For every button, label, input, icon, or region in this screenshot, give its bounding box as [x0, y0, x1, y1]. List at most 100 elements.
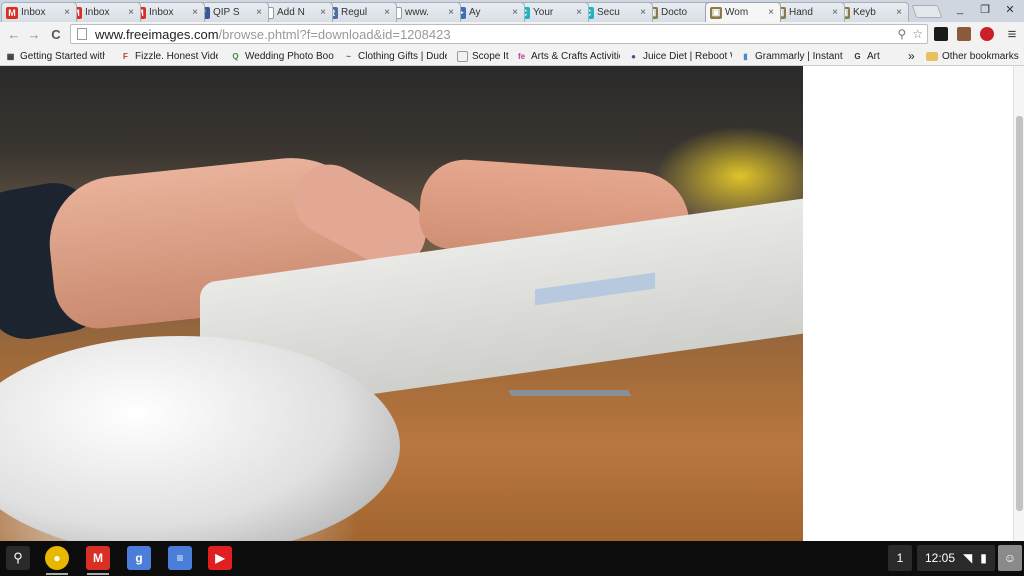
- minimize-icon: _: [956, 3, 964, 15]
- bookmark-item[interactable]: F Fizzle. Honest Video: [120, 49, 218, 63]
- image-icon: ▣: [710, 6, 722, 19]
- close-window-button[interactable]: ✕: [1003, 3, 1017, 16]
- bookmark-label: Fizzle. Honest Video: [135, 50, 218, 62]
- tab-close-icon[interactable]: ×: [766, 7, 776, 18]
- tab-label: Secu: [597, 7, 620, 18]
- google-plus-app-icon[interactable]: g: [127, 546, 151, 570]
- bookmark-item[interactable]: ▦ Getting Started with: [5, 49, 105, 63]
- vertical-scrollbar[interactable]: [1013, 66, 1024, 541]
- forward-arrow-icon: →: [27, 26, 41, 42]
- search-icon[interactable]: ⚲: [897, 27, 906, 41]
- chrome-menu-button[interactable]: ≡: [1004, 26, 1020, 43]
- tab-close-icon[interactable]: ×: [510, 7, 520, 18]
- notification-count: 1: [896, 551, 904, 565]
- tab-label: Hand: [789, 7, 813, 18]
- tab-close-icon[interactable]: ×: [894, 7, 904, 18]
- bookmark-label: Clothing Gifts | Dude: [358, 50, 447, 62]
- bookmark-label: Juice Diet | Reboot W: [643, 50, 732, 62]
- tab-strip: MInbox×MInbox×MInbox×fQIP S×Add N×RRegul…: [0, 0, 1024, 22]
- tab-close-icon[interactable]: ×: [446, 7, 456, 18]
- url-path: /browse.phtml?f=download&id=1208423: [218, 26, 451, 42]
- youtube-app-icon[interactable]: ▶: [208, 546, 232, 570]
- browser-tab[interactable]: MInbox ×: [1, 2, 77, 22]
- shield-extension-icon[interactable]: [934, 27, 948, 41]
- pinterest-extension-icon[interactable]: [980, 27, 994, 41]
- address-bar[interactable]: www.freeimages.com/browse.phtml?f=downlo…: [70, 24, 928, 44]
- scrollbar-thumb[interactable]: [1016, 116, 1023, 511]
- other-bookmarks-folder[interactable]: Other bookmarks: [926, 49, 1019, 63]
- keyboard-photo: [0, 66, 803, 541]
- tab-close-icon[interactable]: ×: [638, 7, 648, 18]
- bookmarks-bar: ▦ Getting Started with F Fizzle. Honest Vid…: [0, 46, 1024, 66]
- tab-close-icon[interactable]: ×: [190, 7, 200, 18]
- bookmark-item[interactable]: ~ Clothing Gifts | Dude: [343, 49, 447, 63]
- photo-keyboard-stand: [488, 356, 632, 396]
- url-host: www.freeimages.com: [95, 26, 219, 42]
- page-content: [0, 66, 1024, 541]
- tab-close-icon[interactable]: ×: [574, 7, 584, 18]
- chevron-double-right-icon: »: [908, 49, 915, 63]
- minimize-button[interactable]: _: [953, 3, 967, 15]
- browser-toolbar: ← → C www.freeimages.com/browse.phtml?f=…: [0, 22, 1024, 46]
- mustache-icon: ~: [346, 51, 351, 61]
- url-text: www.freeimages.com/browse.phtml?f=downlo…: [95, 27, 451, 42]
- tab-label: Your: [533, 7, 554, 18]
- status-tray[interactable]: 12:05 ◥ ▮: [917, 545, 995, 571]
- other-bookmarks-label: Other bookmarks: [942, 50, 1019, 62]
- notification-button[interactable]: 1: [888, 545, 912, 571]
- qk-icon: Q: [232, 51, 239, 61]
- tab-label: www.: [405, 7, 429, 18]
- tab-label: Regul: [341, 7, 368, 18]
- bookmark-app-icon: ▦: [6, 51, 15, 61]
- reload-button[interactable]: C: [48, 26, 64, 42]
- tab-close-icon[interactable]: ×: [830, 7, 840, 18]
- tab-close-icon[interactable]: ×: [126, 7, 136, 18]
- juice-icon: ●: [631, 51, 636, 61]
- forward-button[interactable]: →: [26, 26, 42, 42]
- bookmark-label: Wedding Photo Book: [245, 50, 334, 62]
- bookmark-label: Art: [867, 50, 880, 62]
- tab-close-icon[interactable]: ×: [382, 7, 392, 18]
- browser-tab[interactable]: ▣ Wom ×: [705, 2, 781, 22]
- bookmark-item[interactable]: fe Arts & Crafts Activitie: [516, 49, 620, 63]
- tab-close-icon[interactable]: ×: [318, 7, 328, 18]
- chrome-app-icon[interactable]: ●: [45, 546, 69, 570]
- restore-icon: ❐: [980, 4, 990, 16]
- tab-label: QIP S: [213, 7, 240, 18]
- bookmark-item[interactable]: ▮ Grammarly | Instant E: [740, 49, 844, 63]
- launcher-button[interactable]: ⚲: [6, 546, 30, 570]
- reload-icon: C: [51, 26, 61, 42]
- back-button[interactable]: ←: [6, 26, 22, 42]
- restore-button[interactable]: ❐: [978, 3, 992, 16]
- search-icon: ⚲: [13, 550, 23, 565]
- grammarly-icon: ▮: [743, 51, 748, 61]
- instagram-extension-icon[interactable]: [957, 27, 971, 41]
- battery-icon: ▮: [980, 551, 987, 565]
- folder-icon: [926, 51, 938, 61]
- running-indicator: [46, 573, 68, 575]
- running-indicator: [87, 573, 109, 575]
- new-tab-button[interactable]: [911, 5, 943, 18]
- gmail-icon: M: [6, 6, 18, 19]
- bookmark-item[interactable]: ● Juice Diet | Reboot W: [628, 49, 732, 63]
- docs-app-icon[interactable]: ≡: [168, 546, 192, 570]
- tab-label: Add N: [277, 7, 305, 18]
- page-icon: [457, 50, 468, 62]
- clock-time: 12:05: [925, 551, 956, 565]
- bookmark-item[interactable]: G Art: [852, 49, 892, 63]
- bookmark-item[interactable]: Scope It: [457, 49, 509, 63]
- tab-label: Keyb: [853, 7, 876, 18]
- user-avatar[interactable]: ☺: [998, 545, 1022, 571]
- bookmark-item[interactable]: Q Wedding Photo Book: [230, 49, 334, 63]
- bookmark-label: Scope It: [472, 50, 509, 62]
- tab-close-icon[interactable]: ×: [62, 7, 72, 18]
- tab-close-icon[interactable]: ×: [254, 7, 264, 18]
- tab-label: Ay: [469, 7, 481, 18]
- avatar-icon: ☺: [1003, 551, 1017, 565]
- bookmark-star-icon[interactable]: ☆: [912, 27, 923, 41]
- bookmarks-overflow-button[interactable]: »: [908, 49, 915, 63]
- gmail-app-icon[interactable]: M: [86, 546, 110, 570]
- fizzle-icon: F: [123, 51, 128, 61]
- page-icon: [77, 28, 87, 40]
- g-icon: G: [854, 51, 861, 61]
